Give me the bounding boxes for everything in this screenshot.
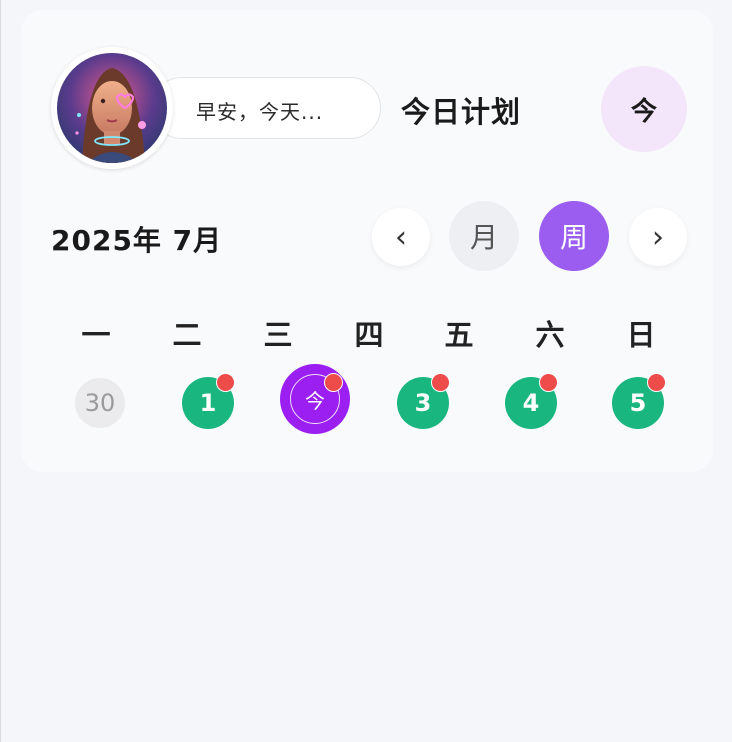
page-title: 今日计划 (401, 95, 522, 129)
chevron-right-icon: › (652, 219, 664, 255)
event-dot (539, 373, 558, 392)
event-dot (216, 373, 235, 392)
weekday-wed: 三 (263, 318, 293, 352)
weekday-mon: 一 (81, 318, 111, 352)
month-label: 2025年 7月 (51, 224, 223, 257)
next-week-button[interactable]: › (629, 208, 687, 266)
event-dot (647, 373, 666, 392)
greeting-pill[interactable]: 早安，今天... (151, 77, 381, 139)
prev-week-button[interactable]: ‹ (372, 208, 430, 266)
weekday-thu: 四 (354, 318, 384, 352)
month-view-button[interactable]: 月 (449, 201, 519, 271)
event-dot (324, 373, 343, 392)
page: 早安，今天... 今日计划 今 2025年 7月 ‹ 月 周 › 一 二 三 四… (0, 0, 732, 742)
avatar[interactable] (51, 47, 173, 169)
chevron-left-icon: ‹ (395, 219, 407, 255)
day-cell[interactable]: 30 (75, 378, 125, 428)
greeting-text: 早安，今天... (196, 100, 324, 124)
weekday-sun: 日 (626, 318, 656, 352)
weekday-tue: 二 (172, 318, 202, 352)
event-dot (431, 373, 450, 392)
avatar-image (57, 53, 167, 163)
weekday-fri: 五 (444, 318, 474, 352)
week-view-button[interactable]: 周 (539, 201, 609, 271)
weekday-sat: 六 (535, 318, 565, 352)
today-button[interactable]: 今 (601, 66, 687, 152)
